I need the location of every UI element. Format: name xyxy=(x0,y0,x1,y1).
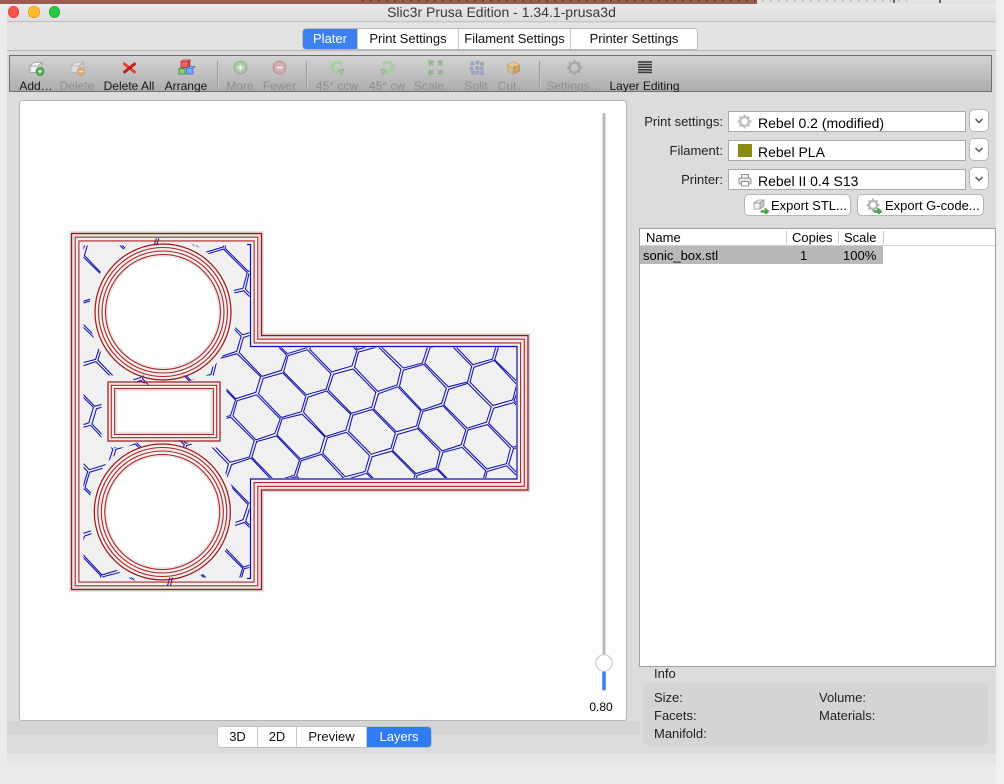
svg-text:0.80: 0.80 xyxy=(589,700,613,714)
